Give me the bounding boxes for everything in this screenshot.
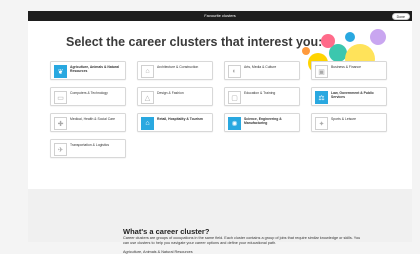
cluster-card[interactable]: ▢ Education & Training (224, 87, 300, 106)
palette-icon: ◐ (228, 65, 241, 78)
cluster-card[interactable]: ▭ Computers & Technology (50, 87, 126, 106)
cluster-card[interactable]: ▣ Business & Finance (311, 61, 387, 80)
top-bar: Favourite clusters Done (28, 11, 412, 21)
info-section: What's a career cluster? Career clusters… (28, 189, 412, 254)
cluster-card-label: Retail, Hospitality & Tourism (157, 117, 203, 121)
cluster-card-label: Transportation & Logistics (70, 143, 110, 147)
cluster-card-label: Science, Engineering & Manufacturing (244, 117, 282, 126)
dress-icon: △ (141, 91, 154, 104)
cluster-card[interactable]: ✺ Science, Engineering & Manufacturing (224, 113, 300, 132)
shop-icon: ⌂ (141, 117, 154, 130)
cluster-card-label: Agriculture, Animals & Natural Resources (70, 65, 120, 74)
cluster-card-label: Education & Training (244, 91, 276, 95)
section-heading: Select the career clusters that interest… (66, 35, 323, 49)
cluster-card-label: Architecture & Construction (157, 65, 199, 69)
info-list-item: Agriculture, Animals & Natural Resources (123, 250, 193, 254)
cluster-card[interactable]: ⚖ Law, Government & Public Services (311, 87, 387, 106)
plant-icon: ❦ (54, 65, 67, 78)
page-title: Favourite clusters (204, 13, 236, 18)
laptop-icon: ▭ (54, 91, 67, 104)
cluster-card[interactable]: ✦ Sports & Leisure (311, 113, 387, 132)
cluster-card[interactable]: ⌂ Retail, Hospitality & Tourism (137, 113, 213, 132)
cluster-card[interactable]: ❦ Agriculture, Animals & Natural Resource… (50, 61, 126, 80)
first-aid-icon: ✚ (54, 117, 67, 130)
figure-icon: ✦ (315, 117, 328, 130)
cluster-card-label: Sports & Leisure (331, 117, 357, 121)
done-button[interactable]: Done (391, 12, 410, 20)
cluster-card[interactable]: ✚ Medical, Health & Social Care (50, 113, 126, 132)
gavel-icon: ⚖ (315, 91, 328, 104)
info-title: What's a career cluster? (123, 227, 210, 236)
cluster-card[interactable]: ⌂ Architecture & Construction (137, 61, 213, 80)
cluster-card[interactable]: ◐ Arts, Media & Culture (224, 61, 300, 80)
cluster-card-label: Design & Fashion (157, 91, 184, 95)
plane-icon: ✈ (54, 143, 67, 156)
cluster-card-label: Business & Finance (331, 65, 361, 69)
cluster-card-label: Arts, Media & Culture (244, 65, 277, 69)
cluster-sheet: Select the career clusters that interest… (28, 21, 412, 254)
atom-icon: ✺ (228, 117, 241, 130)
info-body: Career clusters are groups of occupation… (123, 236, 361, 245)
cluster-card[interactable]: ✈ Transportation & Logistics (50, 139, 126, 158)
cluster-card-label: Medical, Health & Social Care (70, 117, 116, 121)
cluster-card-label: Law, Government & Public Services (331, 91, 374, 100)
briefcase-icon: ▣ (315, 65, 328, 78)
cluster-card[interactable]: △ Design & Fashion (137, 87, 213, 106)
cluster-card-label: Computers & Technology (70, 91, 108, 95)
chalkboard-icon: ▢ (228, 91, 241, 104)
building-icon: ⌂ (141, 65, 154, 78)
